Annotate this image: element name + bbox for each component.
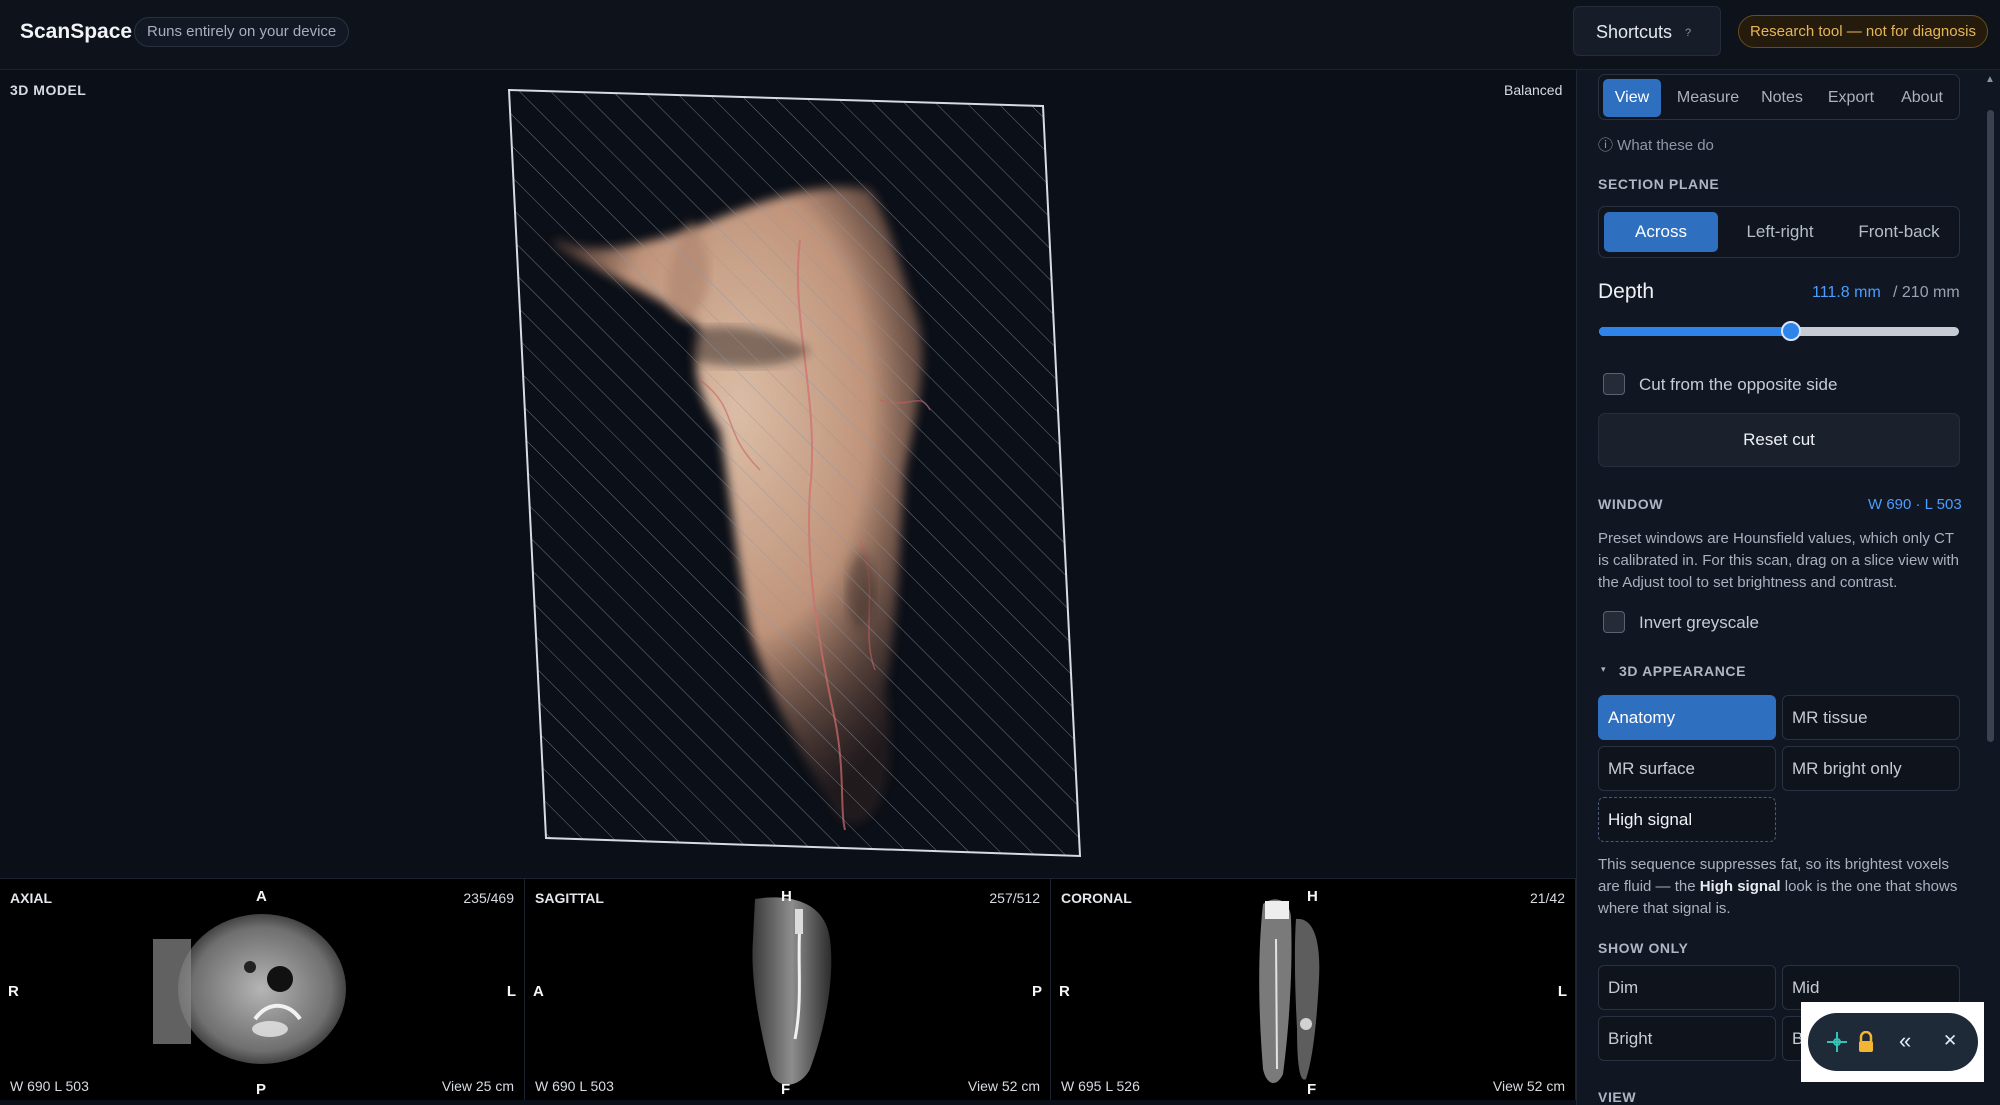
orientation-left: R: [1059, 983, 1070, 1000]
orientation-bottom: P: [256, 1081, 267, 1098]
orientation-bottom: F: [781, 1081, 791, 1098]
slice-title: SAGITTAL: [535, 890, 604, 906]
panel-scrollbar[interactable]: [1987, 110, 1994, 742]
app-name: ScanSpace: [20, 20, 133, 43]
window-value: W 690 · L 503: [1868, 496, 1962, 513]
tab-view[interactable]: View: [1603, 79, 1661, 117]
depth-value: 111.8 mm: [1812, 284, 1881, 301]
viewport-title: 3D MODEL: [10, 82, 87, 98]
appearance-anatomy[interactable]: Anatomy: [1598, 695, 1776, 740]
shortcuts-button[interactable]: Shortcuts?: [1573, 6, 1721, 56]
show-only-bright[interactable]: Bright: [1598, 1016, 1776, 1061]
plane-across-button[interactable]: Across: [1604, 212, 1718, 252]
slice-counter: 235/469: [463, 890, 514, 906]
show-only-heading: SHOW ONLY: [1598, 940, 1689, 956]
axial-image: [153, 914, 346, 1064]
highlight-text: High signal: [1699, 878, 1781, 895]
window-description: Preset windows are Hounsfield values, wh…: [1598, 530, 1959, 591]
orientation-top: H: [1307, 888, 1318, 905]
depth-slider-handle[interactable]: [1780, 321, 1801, 341]
orientation-left: R: [8, 983, 19, 1000]
depth-slider-fill: [1599, 327, 1791, 336]
invert-greyscale-label: Invert greyscale: [1639, 613, 1759, 632]
appearance-high-signal[interactable]: High signal: [1598, 797, 1776, 842]
render-quality[interactable]: Balanced: [1504, 82, 1562, 98]
coronal-image: [1259, 899, 1320, 1084]
orientation-right: L: [1557, 983, 1567, 1000]
tab-about[interactable]: About: [1889, 79, 1955, 117]
panel-tabs: View Measure Notes Export About: [1598, 74, 1960, 120]
orientation-top: H: [781, 888, 792, 905]
slice-title: AXIAL: [10, 890, 52, 906]
window-level-readout: W 690 L 503: [10, 1078, 89, 1094]
cut-opposite-label: Cut from the opposite side: [1639, 375, 1838, 394]
privacy-badge: Runs entirely on your device: [134, 17, 350, 47]
close-icon[interactable]: ✕: [1943, 1031, 1957, 1051]
sagittal-image: [752, 897, 832, 1085]
orientation-right: P: [1031, 983, 1042, 1000]
coronal-view[interactable]: CORONAL 21/42 H F R L W 695 L 526 View 5…: [1051, 878, 1576, 1100]
tab-notes[interactable]: Notes: [1751, 79, 1813, 117]
show-only-dim[interactable]: Dim: [1598, 965, 1776, 1010]
window-level-readout: W 690 L 503: [535, 1078, 614, 1094]
tab-export[interactable]: Export: [1817, 79, 1885, 117]
help-icon: ?: [1684, 27, 1692, 40]
slice-counter: 21/42: [1529, 890, 1565, 906]
plane-front-back-button[interactable]: Front-back: [1842, 212, 1956, 252]
section-plane-selector: Across Left-right Front-back: [1598, 206, 1960, 258]
orientation-right: L: [506, 983, 516, 1000]
appearance-description: This sequence suppresses fat, so its bri…: [1598, 856, 1958, 917]
view-heading: VIEW: [1598, 1089, 1637, 1105]
sagittal-view[interactable]: SAGITTAL 257/512 H F A P W 690 L 503 Vie…: [525, 878, 1051, 1100]
axial-view[interactable]: AXIAL 235/469 A P R L W 690 L 503 View 2…: [0, 878, 525, 1100]
section-plane[interactable]: [507, 88, 1082, 858]
orientation-bottom: F: [1307, 1081, 1317, 1098]
collapse-icon[interactable]: «: [1899, 1028, 1911, 1054]
orientation-top: A: [256, 888, 267, 905]
section-plane-heading: SECTION PLANE: [1598, 176, 1720, 192]
orientation-left: A: [533, 983, 544, 1000]
field-of-view: View 52 cm: [967, 1078, 1040, 1094]
scroll-up-arrow-icon[interactable]: ▲: [1985, 74, 1995, 85]
crosshair-icon[interactable]: [1826, 1031, 1848, 1058]
depth-label: Depth: [1598, 280, 1655, 303]
field-of-view: View 25 cm: [441, 1078, 514, 1094]
slice-title: CORONAL: [1061, 890, 1132, 906]
invert-greyscale-checkbox[interactable]: [1603, 611, 1625, 633]
lock-icon[interactable]: [1857, 1030, 1875, 1058]
cut-opposite-checkbox[interactable]: [1603, 373, 1625, 395]
shortcuts-label: Shortcuts: [1596, 22, 1673, 42]
plane-left-right-button[interactable]: Left-right: [1723, 212, 1837, 252]
appearance-heading[interactable]: 3D APPEARANCE: [1619, 663, 1746, 679]
slice-counter: 257/512: [989, 890, 1040, 906]
3d-volume-render[interactable]: [0, 70, 1576, 878]
tab-measure[interactable]: Measure: [1669, 79, 1747, 117]
window-heading: WINDOW: [1598, 496, 1664, 512]
collapse-caret-icon[interactable]: ▾: [1601, 664, 1606, 675]
window-level-readout: W 695 L 526: [1061, 1078, 1140, 1094]
appearance-mr-bright-only[interactable]: MR bright only: [1782, 746, 1960, 791]
appearance-mr-tissue[interactable]: MR tissue: [1782, 695, 1960, 740]
field-of-view: View 52 cm: [1492, 1078, 1565, 1094]
warning-badge: Research tool — not for diagnosis: [1738, 15, 1988, 48]
reset-cut-button[interactable]: Reset cut: [1598, 413, 1960, 467]
appearance-mr-surface[interactable]: MR surface: [1598, 746, 1776, 791]
depth-max: / 210 mm: [1893, 284, 1960, 301]
help-link[interactable]: ⓘ What these do: [1598, 134, 1714, 155]
